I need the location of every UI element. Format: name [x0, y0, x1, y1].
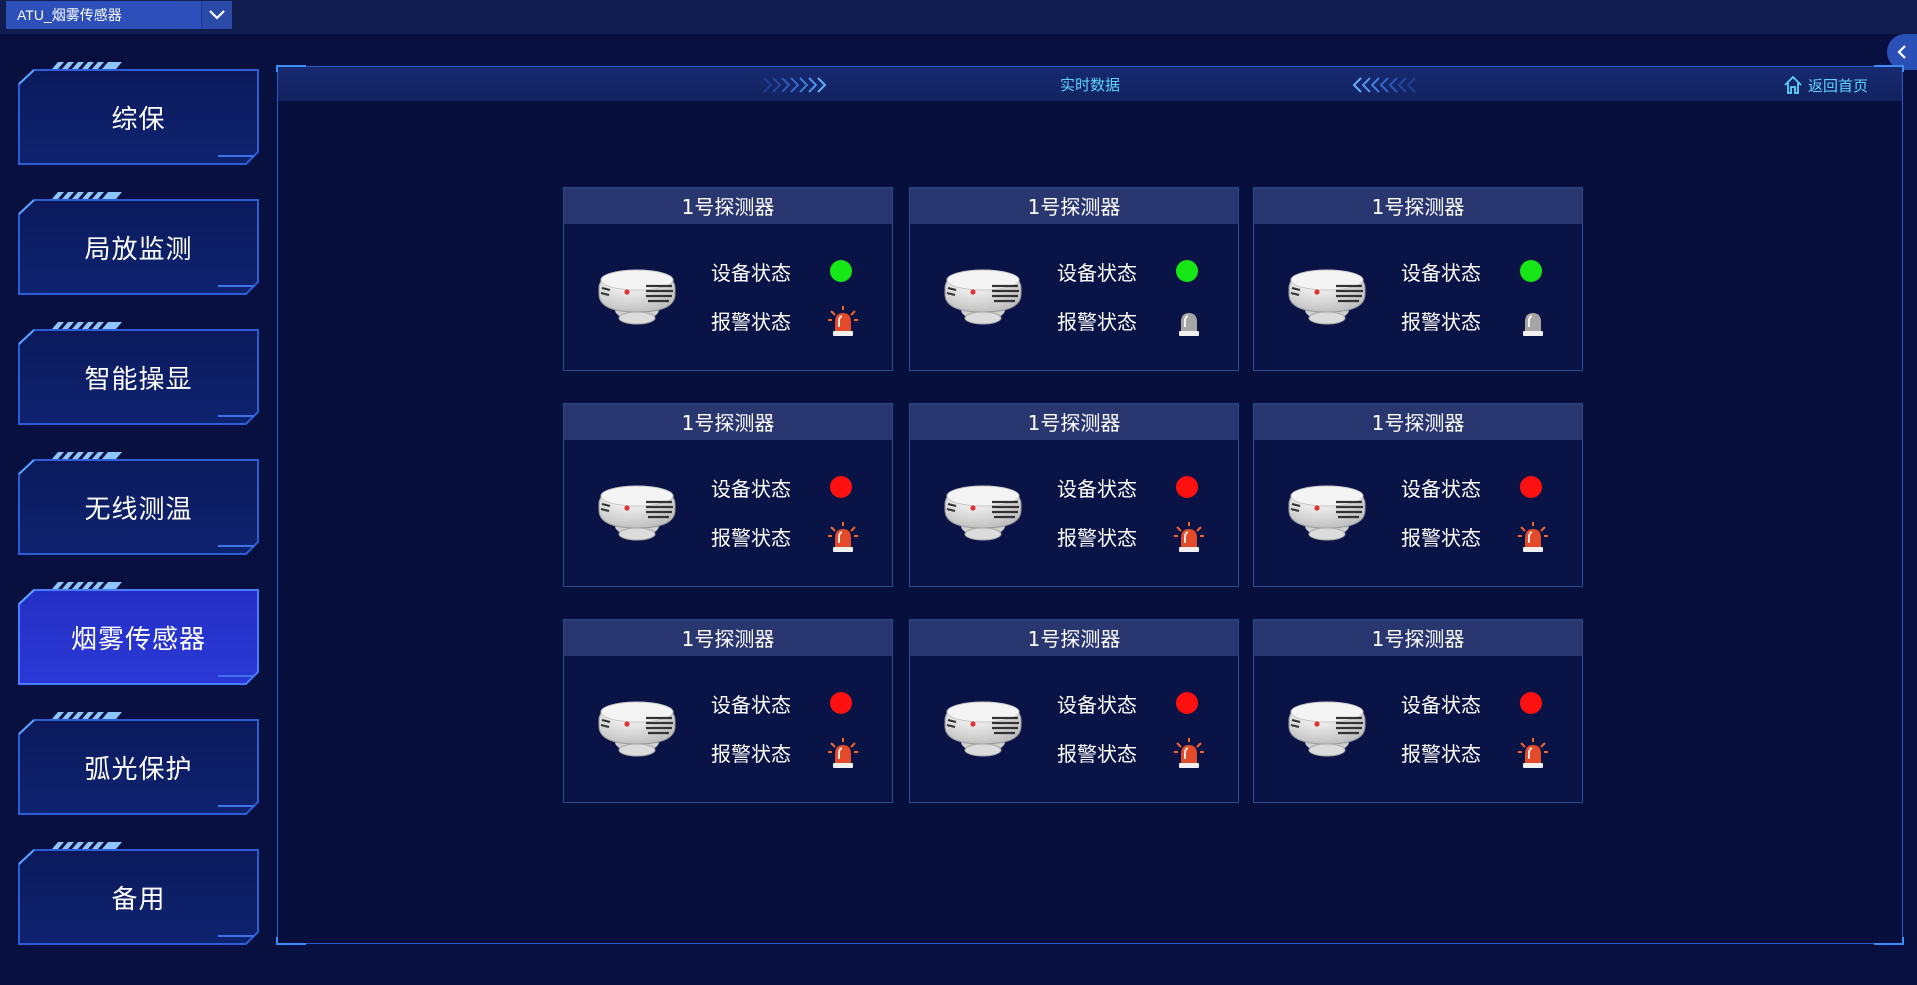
detector-name: 1号探测器 — [1254, 188, 1582, 224]
detector-name: 1号探测器 — [910, 620, 1238, 656]
device-select[interactable]: ATU_烟雾传感器 — [6, 1, 232, 29]
smoke-detector-icon — [944, 485, 1022, 541]
alarm-status-label: 报警状态 — [711, 310, 791, 334]
device-status-indicator — [830, 260, 852, 282]
sidebar-item-label: 弧光保护 — [84, 754, 193, 785]
device-status-indicator — [1520, 692, 1542, 714]
detector-card[interactable]: 1号探测器设备状态报警状态 — [563, 187, 893, 371]
device-status-indicator — [1176, 692, 1198, 714]
sidebar-item[interactable]: 无线测温 — [18, 452, 259, 556]
device-status-indicator — [830, 476, 852, 498]
alarm-status-label: 报警状态 — [1057, 526, 1137, 550]
sidebar-item-label: 智能操显 — [84, 364, 193, 395]
smoke-detector-icon — [598, 485, 676, 541]
siren-icon — [1179, 313, 1199, 336]
siren-icon — [1523, 313, 1543, 336]
detector-name: 1号探测器 — [910, 188, 1238, 224]
device-status-label: 设备状态 — [1401, 261, 1481, 285]
device-status-label: 设备状态 — [1057, 261, 1137, 285]
device-status-label: 设备状态 — [1401, 693, 1481, 717]
detector-card[interactable]: 1号探测器设备状态报警状态 — [563, 403, 893, 587]
smoke-detector-icon — [944, 701, 1022, 757]
device-select-value: ATU_烟雾传感器 — [6, 1, 201, 29]
corner-accent — [1874, 937, 1904, 945]
alarm-status-label: 报警状态 — [1401, 526, 1481, 550]
home-link-label: 返回首页 — [1807, 76, 1868, 95]
device-status-label: 设备状态 — [1401, 477, 1481, 501]
siren-icon — [1518, 522, 1548, 552]
siren-icon — [828, 522, 858, 552]
detector-name: 1号探测器 — [910, 404, 1238, 440]
device-status-indicator — [1176, 476, 1198, 498]
page-title: 实时数据 — [1059, 76, 1120, 94]
detector-card[interactable]: 1号探测器设备状态报警状态 — [909, 403, 1239, 587]
device-status-indicator — [830, 692, 852, 714]
chevron-down-icon[interactable] — [201, 1, 232, 29]
smoke-detector-icon — [1288, 701, 1366, 757]
corner-accent — [276, 65, 306, 72]
smoke-detector-icon — [598, 701, 676, 757]
siren-icon — [828, 738, 858, 768]
device-status-label: 设备状态 — [1057, 693, 1137, 717]
sidebar-item-label: 无线测温 — [84, 494, 193, 525]
detector-card[interactable]: 1号探测器设备状态报警状态 — [909, 187, 1239, 371]
detector-card[interactable]: 1号探测器设备状态报警状态 — [909, 619, 1239, 803]
sidebar-item-label: 综保 — [111, 104, 166, 135]
sidebar-item[interactable]: 烟雾传感器 — [18, 582, 259, 686]
detector-name: 1号探测器 — [1254, 404, 1582, 440]
main-panel: 实时数据 返回首页 1号探测器 设备状态 报警状态 1号探测器 设备状态 报警状态 1号探测… — [276, 65, 1904, 945]
home-icon — [1784, 75, 1802, 94]
detector-name: 1号探测器 — [564, 404, 892, 440]
panel-header: 实时数据 返回首页 — [278, 67, 1902, 101]
smoke-detector-icon — [944, 269, 1022, 325]
detector-card[interactable]: 1号探测器设备状态报警状态 — [1253, 187, 1583, 371]
sidebar-item-label: 烟雾传感器 — [70, 624, 206, 655]
alarm-status-label: 报警状态 — [1401, 742, 1481, 766]
smoke-detector-icon — [598, 269, 676, 325]
smoke-detector-icon — [1288, 485, 1366, 541]
chevron-left-icon — [1897, 45, 1906, 59]
siren-icon — [1174, 738, 1204, 768]
alarm-status-label: 报警状态 — [1057, 310, 1137, 334]
detector-name: 1号探测器 — [564, 620, 892, 656]
device-status-label: 设备状态 — [1057, 477, 1137, 501]
detector-card[interactable]: 1号探测器设备状态报警状态 — [1253, 403, 1583, 587]
siren-icon — [1518, 738, 1548, 768]
device-status-indicator — [1520, 476, 1542, 498]
alarm-status-label: 报警状态 — [711, 526, 791, 550]
sidebar-item[interactable]: 智能操显 — [18, 322, 259, 426]
siren-icon — [1174, 522, 1204, 552]
corner-accent — [1874, 65, 1904, 72]
detector-name: 1号探测器 — [1254, 620, 1582, 656]
sidebar-item[interactable]: 局放监测 — [18, 192, 259, 296]
device-status-label: 设备状态 — [711, 693, 791, 717]
alarm-status-label: 报警状态 — [1057, 742, 1137, 766]
device-status-indicator — [1520, 260, 1542, 282]
smoke-detector-icon — [1288, 269, 1366, 325]
alarm-status-label: 报警状态 — [1401, 310, 1481, 334]
siren-icon — [828, 306, 858, 336]
sidebar-item[interactable]: 综保 — [18, 62, 259, 166]
detector-card[interactable]: 1号探测器设备状态报警状态 — [1253, 619, 1583, 803]
corner-accent — [276, 937, 306, 945]
detector-name: 1号探测器 — [564, 188, 892, 224]
device-status-label: 设备状态 — [711, 477, 791, 501]
device-status-indicator — [1176, 260, 1198, 282]
top-bar: ATU_烟雾传感器 — [0, 0, 1917, 34]
sidebar-item[interactable]: 备用 — [18, 842, 259, 946]
sidebar-item[interactable]: 弧光保护 — [18, 712, 259, 816]
sidebar-item-label: 局放监测 — [84, 234, 193, 265]
chevrons-left-icon — [1352, 77, 1416, 93]
alarm-status-label: 报警状态 — [711, 742, 791, 766]
device-status-label: 设备状态 — [711, 261, 791, 285]
detector-card[interactable]: 1号探测器设备状态报警状态 — [563, 619, 893, 803]
home-link[interactable]: 返回首页 — [1783, 67, 1868, 103]
sidebar-item-label: 备用 — [111, 884, 166, 915]
